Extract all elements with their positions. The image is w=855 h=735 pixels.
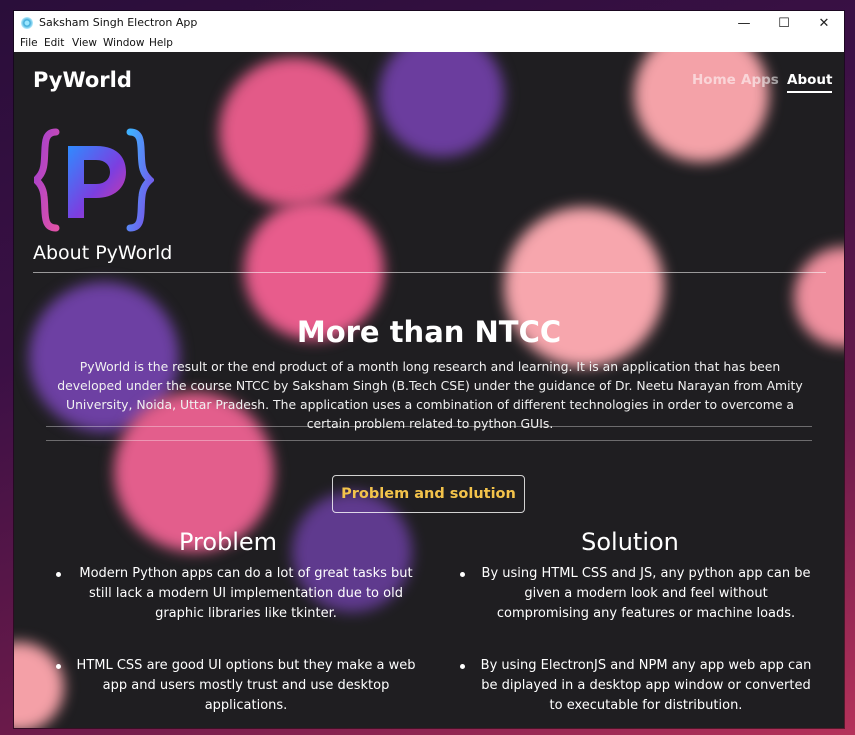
electron-app-icon — [21, 17, 33, 29]
menu-file[interactable]: File — [20, 37, 38, 49]
minimize-button[interactable]: — — [724, 11, 764, 35]
menu-help[interactable]: Help — [149, 37, 173, 49]
problem-and-solution-button[interactable]: Problem and solution — [332, 475, 525, 513]
brand-name[interactable]: PyWorld — [33, 68, 132, 92]
nav-home[interactable]: Home — [692, 72, 736, 88]
menu-bar: File Edit View Window Help — [14, 35, 844, 52]
hero-paragraph: PyWorld is the result or the end product… — [57, 359, 803, 431]
divider-2 — [46, 440, 812, 441]
divider-1 — [46, 426, 812, 427]
solution-point-1: By using HTML CSS and JS, any python app… — [460, 564, 812, 624]
nav-apps[interactable]: Apps — [741, 72, 779, 88]
menu-view[interactable]: View — [72, 37, 97, 49]
nav-about[interactable]: About — [787, 72, 833, 93]
solution-heading: Solution — [581, 528, 679, 556]
title-bar: Saksham Singh Electron App — ☐ ✕ — [14, 11, 844, 35]
solution-point-2: By using ElectronJS and NPM any app web … — [460, 656, 812, 716]
divider-top — [33, 272, 826, 273]
problem-point-2: HTML CSS are good UI options but they ma… — [56, 656, 416, 716]
menu-window[interactable]: Window — [103, 37, 144, 49]
window-title: Saksham Singh Electron App — [39, 16, 198, 29]
problem-heading: Problem — [178, 528, 278, 556]
pyworld-logo-icon — [31, 128, 155, 236]
close-button[interactable]: ✕ — [804, 11, 844, 35]
page-content: PyWorld Home Apps About About PyWorld Mo… — [14, 52, 844, 728]
maximize-button[interactable]: ☐ — [764, 11, 804, 35]
problem-point-1: Modern Python apps can do a lot of great… — [56, 564, 416, 624]
hero-title: More than NTCC — [296, 315, 562, 349]
menu-edit[interactable]: Edit — [44, 37, 64, 49]
app-window: Saksham Singh Electron App — ☐ ✕ File Ed… — [14, 11, 844, 728]
about-heading: About PyWorld — [33, 242, 173, 264]
